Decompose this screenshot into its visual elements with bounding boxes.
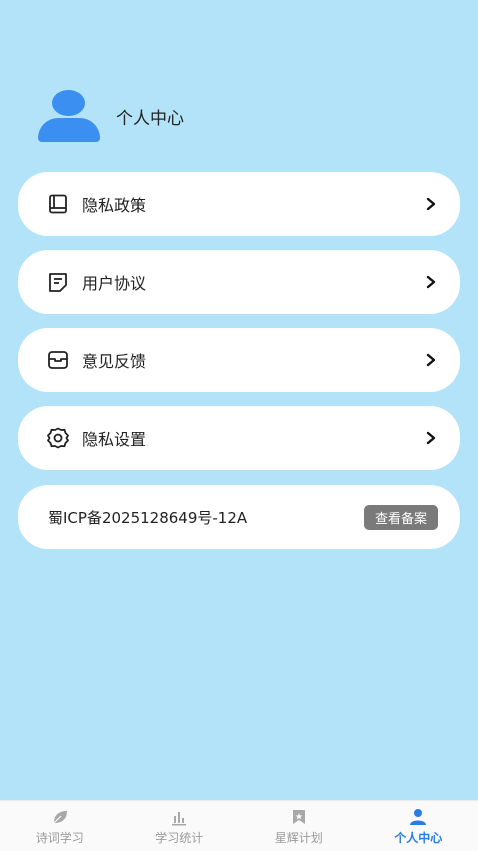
tab-label: 个人中心: [394, 829, 442, 846]
tab-star-plan[interactable]: 星辉计划: [239, 801, 359, 851]
bottom-tab-bar: 诗词学习 学习统计 星辉计划 个人中心: [0, 800, 478, 851]
menu-item-label: 隐私设置: [82, 426, 424, 450]
tab-label: 学习统计: [155, 829, 203, 846]
bar-chart-icon: [169, 807, 189, 827]
view-record-button[interactable]: 查看备案: [364, 505, 438, 530]
tab-study-stats[interactable]: 学习统计: [120, 801, 240, 851]
user-icon: [52, 90, 85, 116]
menu-item-label: 用户协议: [82, 270, 424, 294]
menu-item-label: 意见反馈: [82, 348, 424, 372]
feedback-box-icon: [46, 348, 70, 372]
menu-item-user-agreement[interactable]: 用户协议: [18, 250, 460, 314]
icp-number: 蜀ICP备2025128649号-12A: [48, 507, 364, 528]
chevron-right-icon: [424, 353, 438, 367]
gear-icon: [46, 426, 70, 450]
bookmark-icon: [289, 807, 309, 827]
icp-record-row: 蜀ICP备2025128649号-12A 查看备案: [18, 485, 460, 549]
chevron-right-icon: [424, 275, 438, 289]
document-icon: [46, 270, 70, 294]
menu-item-privacy-policy[interactable]: 隐私政策: [18, 172, 460, 236]
tab-poetry-study[interactable]: 诗词学习: [0, 801, 120, 851]
book-icon: [46, 192, 70, 216]
menu-item-feedback[interactable]: 意见反馈: [18, 328, 460, 392]
profile-header: 个人中心: [36, 88, 184, 144]
menu-item-label: 隐私政策: [82, 192, 424, 216]
tab-profile-center[interactable]: 个人中心: [359, 801, 478, 851]
tab-label: 星辉计划: [275, 829, 323, 846]
avatar: [36, 88, 102, 144]
chevron-right-icon: [424, 431, 438, 445]
tab-label: 诗词学习: [36, 829, 84, 846]
page-title: 个人中心: [116, 104, 184, 129]
menu-item-privacy-settings[interactable]: 隐私设置: [18, 406, 460, 470]
leaf-icon: [50, 807, 70, 827]
chevron-right-icon: [424, 197, 438, 211]
user-icon: [408, 807, 428, 827]
